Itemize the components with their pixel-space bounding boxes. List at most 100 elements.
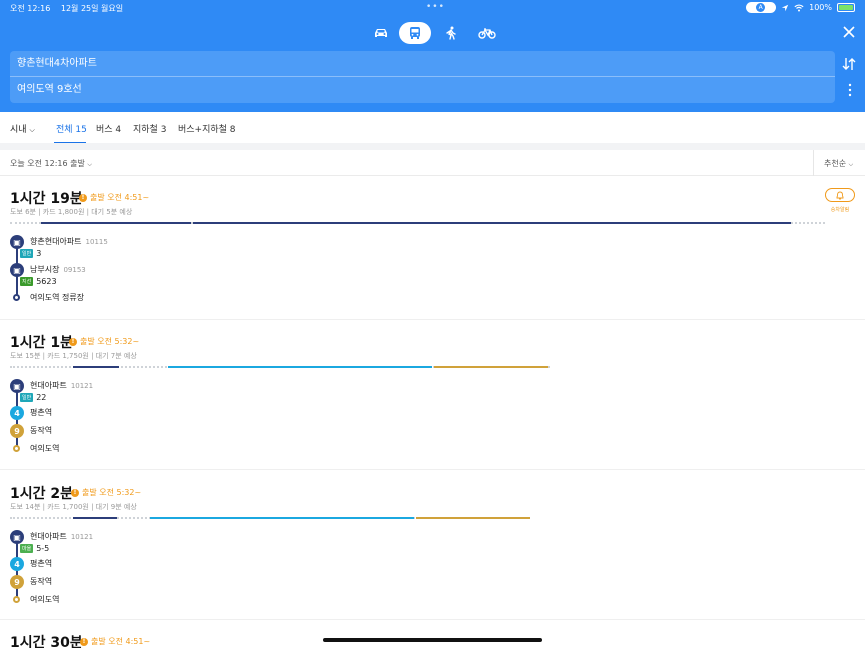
destination-input[interactable]: 여의도역 9호선	[10, 77, 835, 103]
stop-name: 평촌역	[30, 559, 53, 568]
warning-text: 출발 오전 5:32~	[82, 488, 142, 497]
status-date: 12월 25일 월요일	[60, 4, 124, 13]
stop-id: 09153	[63, 266, 86, 274]
divider	[813, 150, 814, 176]
route-card[interactable]: 1시간 1분 ! 출발 오전 5:32~ 도보 15분 | 카드 1,750원 …	[0, 320, 865, 470]
timeline-segment-line9	[416, 517, 530, 519]
origin-input[interactable]: 향촌현대4차아파트	[10, 51, 835, 77]
bus-type-badge: 지선	[20, 277, 34, 286]
transport-mode-switcher	[365, 22, 500, 44]
filter-bar: 시내 ⌵ 전체 15 버스 4 지하철 3 버스+지하철 8	[0, 112, 865, 144]
tab-all[interactable]: 전체 15	[56, 122, 87, 135]
subway-line-9-icon: 9	[10, 575, 24, 589]
route-timeline-bar	[10, 222, 825, 224]
stop-id: 10121	[70, 382, 94, 390]
timeline-segment-bus	[41, 222, 191, 224]
route-stop-destination: 여의도역	[10, 444, 59, 453]
warning-text: 출발 오전 4:51~	[90, 193, 150, 202]
route-stop-destination: 여의도역 정류장	[10, 293, 84, 302]
wifi-icon	[794, 4, 804, 11]
battery-percent: 100%	[809, 3, 832, 12]
section-divider	[0, 143, 865, 150]
timeline-segment-bus	[73, 366, 119, 368]
mode-car[interactable]	[365, 22, 397, 44]
bus-line-number: 22	[36, 393, 47, 402]
route-inputs: 향촌현대4차아파트 여의도역 9호선	[10, 51, 835, 103]
swap-icon[interactable]	[841, 56, 857, 72]
stop-name: 동작역	[30, 577, 53, 586]
warning-icon: !	[69, 337, 77, 346]
route-stop: 4 평촌역	[10, 557, 52, 571]
route-stop: 4 평촌역	[10, 406, 52, 420]
bus-line-number: 5-5	[36, 544, 50, 553]
route-departure-warning: ! 출발 오전 4:51~	[80, 636, 150, 647]
close-icon[interactable]	[841, 24, 857, 40]
status-time: 오전 12:16	[10, 4, 51, 13]
bus-type-badge: 일반	[20, 393, 34, 402]
bus-icon: ▣	[10, 530, 24, 544]
home-indicator[interactable]	[323, 638, 542, 642]
bike-icon	[478, 28, 496, 39]
stop-name: 동작역	[30, 426, 53, 435]
departure-time-selector[interactable]: 오늘 오전 12:16 출발 ⌵	[10, 158, 92, 169]
subway-line-9-icon: 9	[10, 424, 24, 438]
route-timeline-bar	[10, 366, 550, 368]
bus-line-number: 3	[36, 249, 42, 258]
bus-type-badge: 마을	[20, 544, 34, 553]
route-stop: 9 동작역	[10, 424, 52, 438]
sort-bar: 오늘 오전 12:16 출발 ⌵ 추천순 ⌵	[0, 150, 865, 176]
boarding-alarm-button[interactable]: 승차알림	[825, 188, 855, 218]
mode-bus[interactable]	[399, 22, 431, 44]
route-summary: 도보 6분 | 카드 1,800원 | 대기 5분 예상	[10, 208, 133, 216]
alarm-label: 승차알림	[830, 207, 850, 213]
timeline-segment-line4	[168, 366, 432, 368]
tab-bus[interactable]: 버스 4	[96, 122, 121, 135]
route-stop-destination: 여의도역	[10, 595, 59, 604]
warning-icon: !	[79, 193, 87, 202]
bell-icon	[825, 188, 855, 202]
region-dropdown[interactable]: 시내 ⌵	[10, 122, 35, 135]
destination-dot-icon	[13, 294, 20, 301]
destination-dot-icon	[13, 596, 20, 603]
tab-bus-subway[interactable]: 버스+지하철 8	[178, 122, 236, 135]
assistive-pill-icon: A	[746, 2, 777, 13]
sort-selector[interactable]: 추천순 ⌵	[824, 158, 853, 169]
route-summary: 도보 15분 | 카드 1,750원 | 대기 7분 예상	[10, 352, 137, 360]
route-card[interactable]: 1시간 19분 ! 출발 오전 4:51~ 도보 6분 | 카드 1,800원 …	[0, 176, 865, 320]
sort-label: 추천순	[824, 159, 847, 168]
status-bar: 오전 12:16 12월 25일 월요일 ••• A 100%	[0, 0, 865, 16]
multitask-dots-icon[interactable]: •••	[426, 2, 445, 12]
timeline-segment-bus	[73, 517, 117, 519]
warning-icon: !	[71, 488, 79, 497]
stop-name: 여의도역 정류장	[30, 293, 85, 302]
route-stop: ▣ 향촌현대아파트 10115	[10, 235, 108, 249]
destination-dot-icon	[13, 445, 20, 452]
tab-subway[interactable]: 지하철 3	[133, 122, 166, 135]
battery-icon	[837, 3, 855, 12]
timeline-segment-line9	[434, 366, 548, 368]
route-duration: 1시간 30분	[10, 635, 83, 648]
mode-bike[interactable]	[471, 22, 503, 44]
more-vertical-icon[interactable]	[847, 83, 853, 97]
route-card[interactable]: 1시간 2분 ! 출발 오전 5:32~ 도보 14분 | 카드 1,700원 …	[0, 470, 865, 620]
bus-icon: ▣	[10, 263, 24, 277]
route-departure-warning: ! 출발 오전 5:32~	[71, 487, 141, 498]
subway-line-4-icon: 4	[10, 557, 24, 571]
stop-id: 10115	[85, 238, 108, 246]
bus-icon: ▣	[10, 379, 24, 393]
warning-text: 출발 오전 5:32~	[80, 337, 140, 346]
route-card[interactable]: 1시간 30분 ! 출발 오전 4:51~	[0, 620, 865, 648]
subway-line-4-icon: 4	[10, 406, 24, 420]
stop-name: 현대아파트	[30, 381, 67, 390]
route-summary: 도보 14분 | 카드 1,700원 | 대기 9분 예상	[10, 503, 137, 511]
route-duration: 1시간 19분	[10, 191, 83, 207]
route-duration: 1시간 2분	[10, 486, 73, 502]
route-departure-warning: ! 출발 오전 5:32~	[69, 336, 139, 347]
mode-walk[interactable]	[435, 22, 467, 44]
location-arrow-icon	[781, 4, 789, 11]
warning-text: 출발 오전 4:51~	[91, 637, 151, 646]
bus-line-info: 지선 5623	[20, 277, 57, 286]
chevron-down-icon: ⌵	[29, 126, 35, 134]
stop-name: 여의도역	[30, 444, 60, 453]
stop-id: 10121	[70, 533, 94, 541]
